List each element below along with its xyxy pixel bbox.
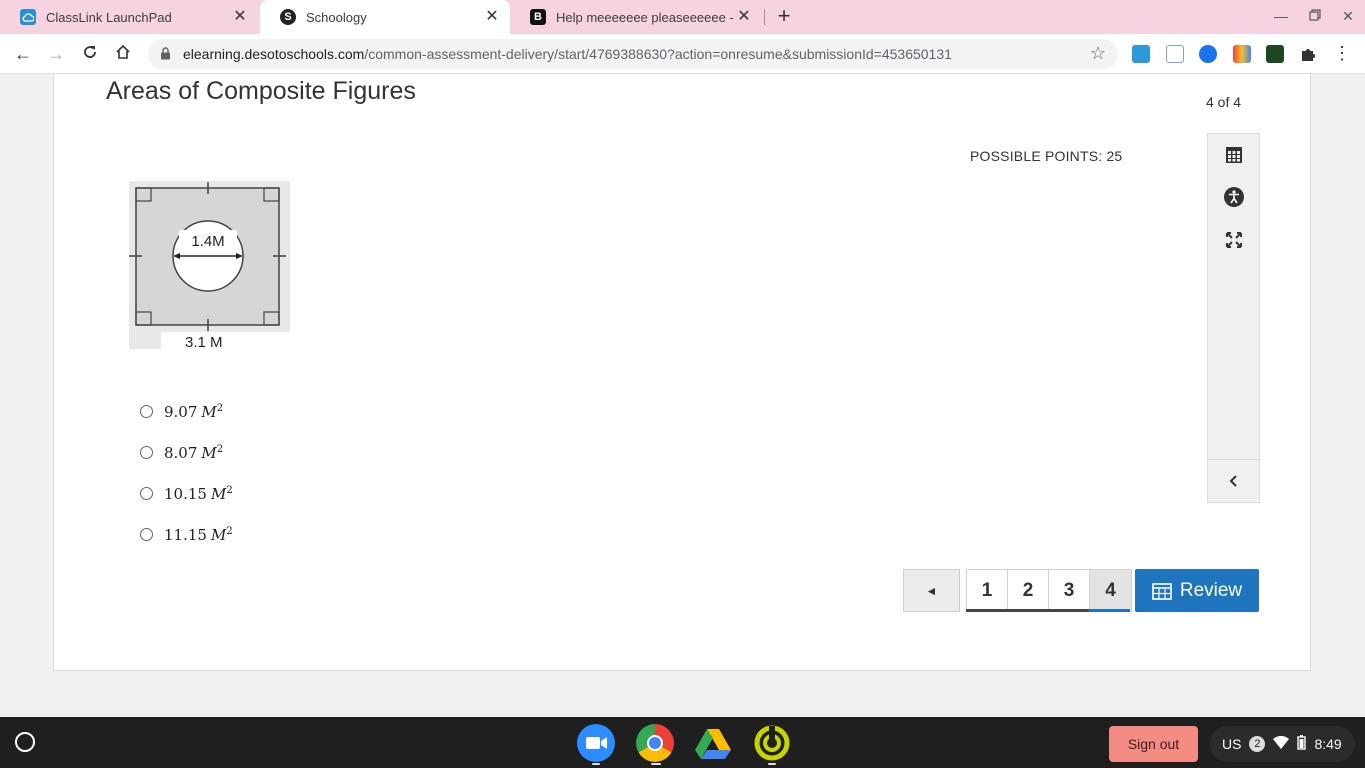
composite-figure-diagram: 1.4M: [129, 181, 290, 349]
radio-button[interactable]: [140, 487, 153, 500]
circle-diameter-label: 1.4M: [191, 233, 224, 250]
question-progress: 4 of 4: [1206, 94, 1242, 110]
app-running-indicator: [768, 763, 776, 765]
possible-points: POSSIBLE POINTS: 25: [970, 148, 1123, 164]
chrome-app-icon[interactable]: [636, 724, 674, 762]
tab-schoology[interactable]: S Schoology ✕: [260, 0, 510, 34]
assessment-card: Areas of Composite Figures 4 of 4 POSSIB…: [53, 74, 1311, 671]
back-arrow-icon[interactable]: ←: [11, 42, 35, 66]
answer-choice[interactable]: 11.15 M2: [140, 514, 233, 555]
current-page-indicator: [1089, 609, 1130, 612]
answer-choice[interactable]: 9.07 M2: [140, 391, 233, 432]
zoom-app-icon[interactable]: [577, 724, 615, 762]
calendar-icon: [1152, 582, 1172, 600]
url-host: elearning.desotoschools.com: [183, 46, 365, 62]
answer-exponent: 2: [216, 443, 224, 455]
collapse-panel-chevron-icon[interactable]: [1208, 459, 1259, 502]
clock-time: 8:49: [1314, 736, 1342, 752]
tab-strip: ClassLink LaunchPad ✕ S Schoology ✕ B He…: [0, 0, 1365, 34]
radio-button[interactable]: [140, 528, 153, 541]
answer-text: 11.15 M2: [164, 526, 233, 544]
google-drive-icon[interactable]: [694, 724, 732, 762]
read-write-extension-icon[interactable]: [1166, 45, 1184, 63]
extension-icon[interactable]: [1233, 45, 1251, 63]
tools-panel: [1207, 133, 1260, 503]
accessibility-icon[interactable]: [1221, 184, 1247, 210]
tab-separator: [764, 9, 765, 25]
fullscreen-expand-icon[interactable]: [1221, 227, 1247, 253]
answer-value: 11.15: [164, 525, 207, 544]
answer-unit: M: [201, 443, 217, 462]
calculator-icon[interactable]: [1221, 142, 1247, 168]
wifi-icon: [1273, 735, 1290, 753]
browser-toolbar: ← → elearning.desotoschools.com/common-a…: [0, 34, 1365, 74]
answer-unit: M: [210, 525, 227, 544]
shield-extension-icon[interactable]: [1199, 45, 1217, 63]
answer-exponent: 2: [216, 402, 224, 414]
answer-choice[interactable]: 8.07 M2: [140, 432, 233, 473]
answer-value: 9.07: [164, 402, 198, 421]
tab-brainly[interactable]: B Help meeeeeee pleaseeeeee - Br ✕: [510, 0, 762, 34]
answer-text: 8.07 M2: [164, 444, 223, 462]
lock-icon: [161, 47, 170, 60]
app-running-indicator: [592, 763, 600, 765]
close-window-icon[interactable]: ✕: [1338, 8, 1358, 26]
radio-button[interactable]: [140, 446, 153, 459]
page-button-4[interactable]: 4: [1090, 570, 1131, 611]
reload-icon[interactable]: [78, 42, 102, 66]
answer-choices: 9.07 M2 8.07 M2 10.15 M2 11.15 M2: [140, 391, 233, 555]
home-icon[interactable]: [111, 42, 135, 66]
notification-count-badge: 2: [1249, 736, 1266, 752]
classlink-icon: [20, 9, 36, 25]
answer-exponent: 2: [226, 484, 233, 496]
timer-app-icon[interactable]: [753, 724, 791, 762]
battery-icon: [1297, 735, 1307, 753]
close-tab-icon[interactable]: ✕: [484, 9, 500, 25]
page-button-3[interactable]: 3: [1049, 570, 1090, 611]
brainly-icon: B: [530, 9, 546, 25]
app-running-indicator: [651, 763, 661, 765]
status-tray[interactable]: US 2 8:49: [1210, 726, 1355, 762]
sign-out-button[interactable]: Sign out: [1109, 726, 1198, 762]
kebab-menu-icon[interactable]: ⋮: [1333, 44, 1351, 63]
review-label: Review: [1179, 579, 1243, 601]
answer-exponent: 2: [226, 525, 233, 537]
page-button-2[interactable]: 2: [1008, 570, 1049, 611]
review-button[interactable]: Review: [1135, 569, 1259, 612]
minimize-icon[interactable]: —: [1271, 8, 1291, 26]
url-text: elearning.desotoschools.com/common-asses…: [183, 46, 952, 62]
tab-title: Help meeeeeee pleaseeeeee - Br: [556, 9, 738, 25]
input-method-label: US: [1222, 736, 1242, 752]
restore-icon[interactable]: [1305, 8, 1325, 26]
answer-unit: M: [210, 484, 227, 503]
answer-value: 8.07: [164, 443, 198, 462]
extension-icon[interactable]: [1266, 45, 1284, 63]
new-tab-plus-icon[interactable]: +: [772, 5, 796, 29]
address-bar[interactable]: elearning.desotoschools.com/common-asses…: [148, 39, 1118, 69]
answer-unit: M: [201, 402, 217, 421]
answer-value: 10.15: [164, 484, 207, 503]
tab-title: Schoology: [306, 9, 367, 25]
answer-choice[interactable]: 10.15 M2: [140, 473, 233, 514]
page-title: Areas of Composite Figures: [106, 77, 416, 105]
forward-arrow-icon[interactable]: →: [44, 42, 68, 66]
close-tab-icon[interactable]: ✕: [232, 9, 248, 25]
tab-title: ClassLink LaunchPad: [46, 9, 172, 25]
answer-text: 9.07 M2: [164, 403, 223, 421]
launcher-icon[interactable]: [15, 732, 35, 752]
bookmark-star-icon[interactable]: ☆: [1090, 43, 1106, 64]
url-path: /common-assessment-delivery/start/476938…: [364, 46, 952, 62]
close-tab-icon[interactable]: ✕: [736, 9, 752, 25]
puzzle-extensions-icon[interactable]: [1299, 45, 1317, 63]
answer-text: 10.15 M2: [164, 485, 233, 503]
radio-button[interactable]: [140, 405, 153, 418]
os-shelf: Sign out US 2 8:49: [0, 717, 1365, 768]
tab-classlink[interactable]: ClassLink LaunchPad ✕: [0, 0, 258, 34]
schoology-icon: S: [280, 9, 296, 25]
page-button-1[interactable]: 1: [967, 570, 1008, 611]
classlink-extension-icon[interactable]: [1132, 45, 1150, 63]
square-side-label: 3.1 M: [185, 334, 223, 351]
previous-question-button[interactable]: ◄: [903, 569, 960, 612]
question-pager: 1 2 3 4: [966, 569, 1132, 612]
